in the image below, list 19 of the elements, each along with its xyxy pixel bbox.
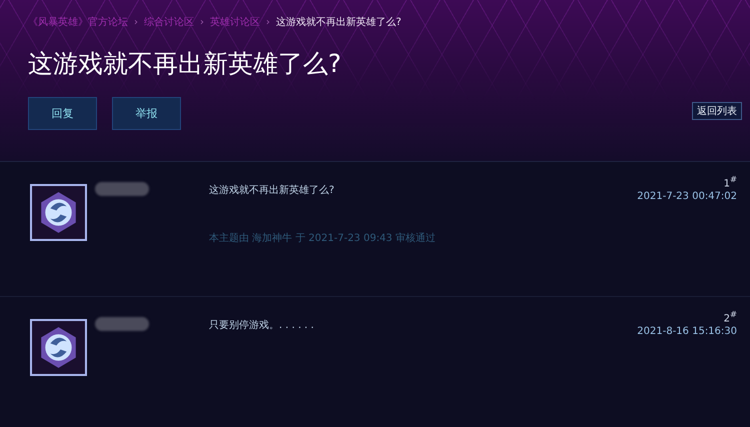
breadcrumb-separator: › [266, 16, 270, 28]
moderation-note: 本主题由 海加神牛 于 2021-7-23 09:43 审核通过 [209, 232, 436, 245]
post-time: 2021-8-16 15:16:30 [637, 326, 737, 338]
post-time: 2021-7-23 00:47:02 [637, 191, 737, 202]
blurred-username [95, 317, 149, 331]
breadcrumb-current[interactable]: 这游戏就不再出新英雄了么? [276, 15, 402, 29]
action-button[interactable]: 举报 [112, 97, 181, 130]
back-button[interactable]: 返回列表 [692, 102, 742, 120]
breadcrumb-separator: › [134, 16, 138, 28]
floor-number: 1$^{#}$ [724, 174, 737, 190]
action-button[interactable]: 回复 [28, 97, 97, 130]
post-content: 这游戏就不再出新英雄了么? [209, 184, 336, 197]
avatar-icon [30, 319, 87, 376]
breadcrumb-separator: › [200, 16, 204, 28]
post-content: 只要别停游戏。. . . . . . [209, 318, 315, 332]
page-title: 这游戏就不再出新英雄了么? [28, 48, 342, 80]
floor-number: 2$^{#}$ [724, 309, 737, 324]
avatar-icon [30, 184, 87, 241]
blurred-username [95, 182, 149, 196]
